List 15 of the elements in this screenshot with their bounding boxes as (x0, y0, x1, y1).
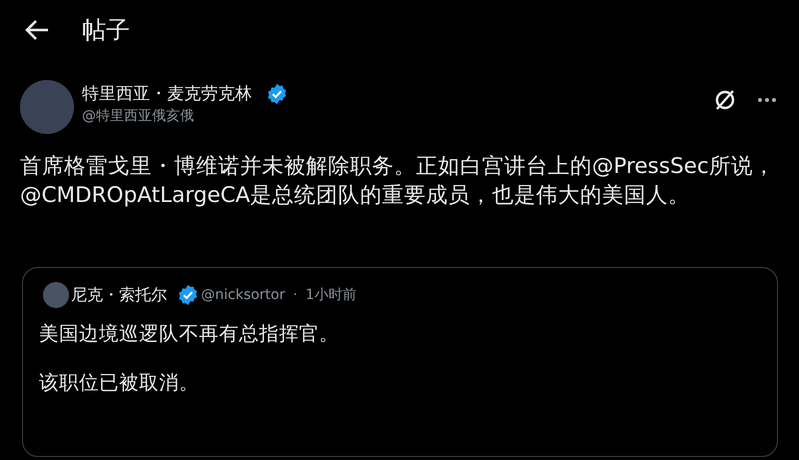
page-title: 帖子 (82, 15, 130, 46)
quoted-post-text: 美国边境巡逻队不再有总指挥官。 (39, 321, 340, 347)
author-name[interactable]: 特里西亚・麦克劳克林 (82, 82, 252, 105)
slashed-circle-icon[interactable] (713, 88, 737, 112)
quoted-author-name: 尼克・索托尔 (71, 284, 167, 306)
more-options-icon[interactable] (757, 97, 777, 103)
author-handle[interactable]: @特里西亚俄亥俄 (82, 107, 288, 125)
quoted-post-time: 1小时前 (305, 286, 356, 304)
quoted-post-text: 该职位已被取消。 (39, 370, 200, 396)
separator-dot: · (293, 287, 298, 303)
quoted-author-handle: @nicksortor (201, 287, 285, 303)
post-text: 首席格雷戈里・博维诺并未被解除职务。正如白宫讲台上的@PressSec所说，@CMDROpAtLargeCA是总统团队的重要成员，也是伟大的美国人。 (20, 153, 776, 210)
back-arrow-icon[interactable] (24, 19, 50, 41)
quoted-post-card[interactable]: 尼克・索托尔 @nicksortor · 1小时前 美国边境巡逻队不再有总指挥官。 该职位已被取消。 (22, 267, 778, 457)
quoted-avatar (43, 282, 69, 308)
